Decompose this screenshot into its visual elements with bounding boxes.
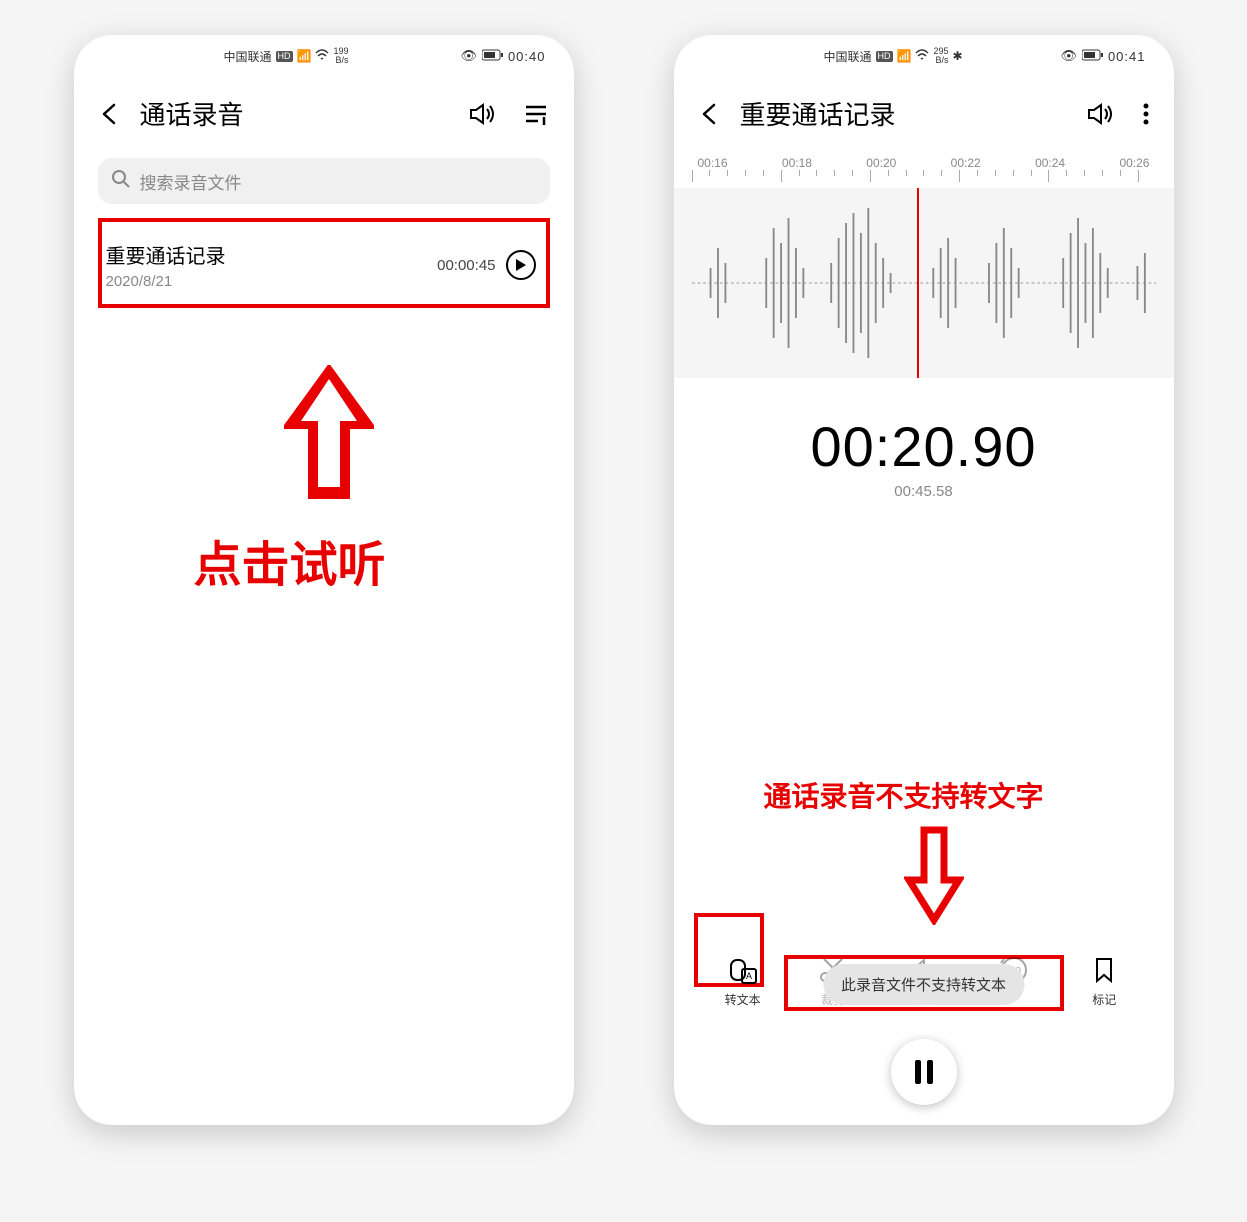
carrier-label: 中国联通: [824, 48, 872, 65]
status-bar: 中国联通 HD 📶 295B/s ✱ 👁 00:41: [674, 35, 1174, 71]
hd-badge: HD: [276, 51, 293, 62]
bluetooth-icon: ✱: [953, 49, 963, 63]
bookmark-label: 标记: [1092, 991, 1116, 1008]
toast-message: 此录音文件不支持转文本: [823, 964, 1024, 1005]
carrier-label: 中国联通: [224, 48, 272, 65]
back-icon[interactable]: [98, 101, 124, 127]
status-bar: 中国联通 HD 📶 199B/s 👁 00:40: [74, 35, 574, 71]
bookmark-button[interactable]: 标记: [1074, 955, 1134, 1008]
annotation-arrow-icon: [284, 365, 374, 510]
page-title: 通话录音: [140, 95, 452, 132]
status-time: 00:41: [1108, 49, 1146, 64]
battery-icon: [1082, 49, 1104, 64]
playhead-icon[interactable]: [917, 188, 919, 378]
back-icon[interactable]: [698, 101, 724, 127]
app-header: 通话录音: [74, 71, 574, 150]
page-title: 重要通话记录: [740, 95, 1070, 132]
waveform[interactable]: [674, 188, 1174, 378]
filter-icon[interactable]: [524, 103, 550, 125]
search-placeholder: 搜索录音文件: [140, 169, 242, 194]
pause-icon: [913, 1058, 935, 1086]
battery-icon: [482, 49, 504, 64]
pause-button[interactable]: [891, 1039, 957, 1105]
phone-screenshot-right: 中国联通 HD 📶 295B/s ✱ 👁 00:41 重要通话记录: [674, 35, 1174, 1125]
status-time: 00:40: [508, 49, 546, 64]
current-time: 00:20.90: [674, 414, 1174, 479]
search-icon: [112, 170, 130, 193]
svg-text:A: A: [746, 971, 752, 981]
timeline-labels: 00:16 00:18 00:20 00:22 00:24 00:26: [692, 156, 1156, 170]
signal-icon: 📶: [297, 49, 312, 63]
app-header: 重要通话记录: [674, 71, 1174, 150]
search-input[interactable]: 搜索录音文件: [98, 158, 550, 204]
total-time: 00:45.58: [674, 483, 1174, 500]
net-rate: 295B/s: [933, 47, 948, 65]
transcribe-label: 转文本: [725, 991, 761, 1008]
recording-item[interactable]: 重要通话记录 2020/8/21 00:00:45: [98, 218, 550, 308]
net-rate: 199B/s: [333, 47, 348, 65]
more-icon[interactable]: [1142, 102, 1150, 126]
timeline-ruler: [692, 170, 1156, 188]
recording-title: 重要通话记录: [106, 240, 438, 269]
hd-badge: HD: [876, 51, 893, 62]
player-footer: A 转文本 裁剪 静音 1.0 标记 此录音文件不支持转文本: [674, 955, 1174, 1125]
transcribe-button[interactable]: A 转文本: [713, 955, 773, 1008]
wifi-icon: [915, 49, 929, 64]
recording-date: 2020/8/21: [106, 273, 438, 290]
annotation-text: 点击试听: [194, 525, 386, 595]
play-icon[interactable]: [506, 250, 536, 280]
annotation-text: 通话录音不支持转文字: [764, 775, 1044, 815]
eye-icon: 👁: [1060, 48, 1078, 64]
speaker-icon[interactable]: [1086, 102, 1114, 126]
bookmark-icon: [1089, 955, 1119, 985]
signal-icon: 📶: [897, 49, 912, 63]
speaker-icon[interactable]: [468, 102, 496, 126]
wifi-icon: [315, 49, 329, 64]
phone-screenshot-left: 中国联通 HD 📶 199B/s 👁 00:40 通话录音: [74, 35, 574, 1125]
timeline[interactable]: 00:16 00:18 00:20 00:22 00:24 00:26: [674, 156, 1174, 378]
recording-duration: 00:00:45: [437, 257, 495, 274]
eye-icon: 👁: [460, 48, 478, 64]
annotation-arrow-icon: [904, 825, 964, 930]
transcribe-icon: A: [728, 955, 758, 985]
